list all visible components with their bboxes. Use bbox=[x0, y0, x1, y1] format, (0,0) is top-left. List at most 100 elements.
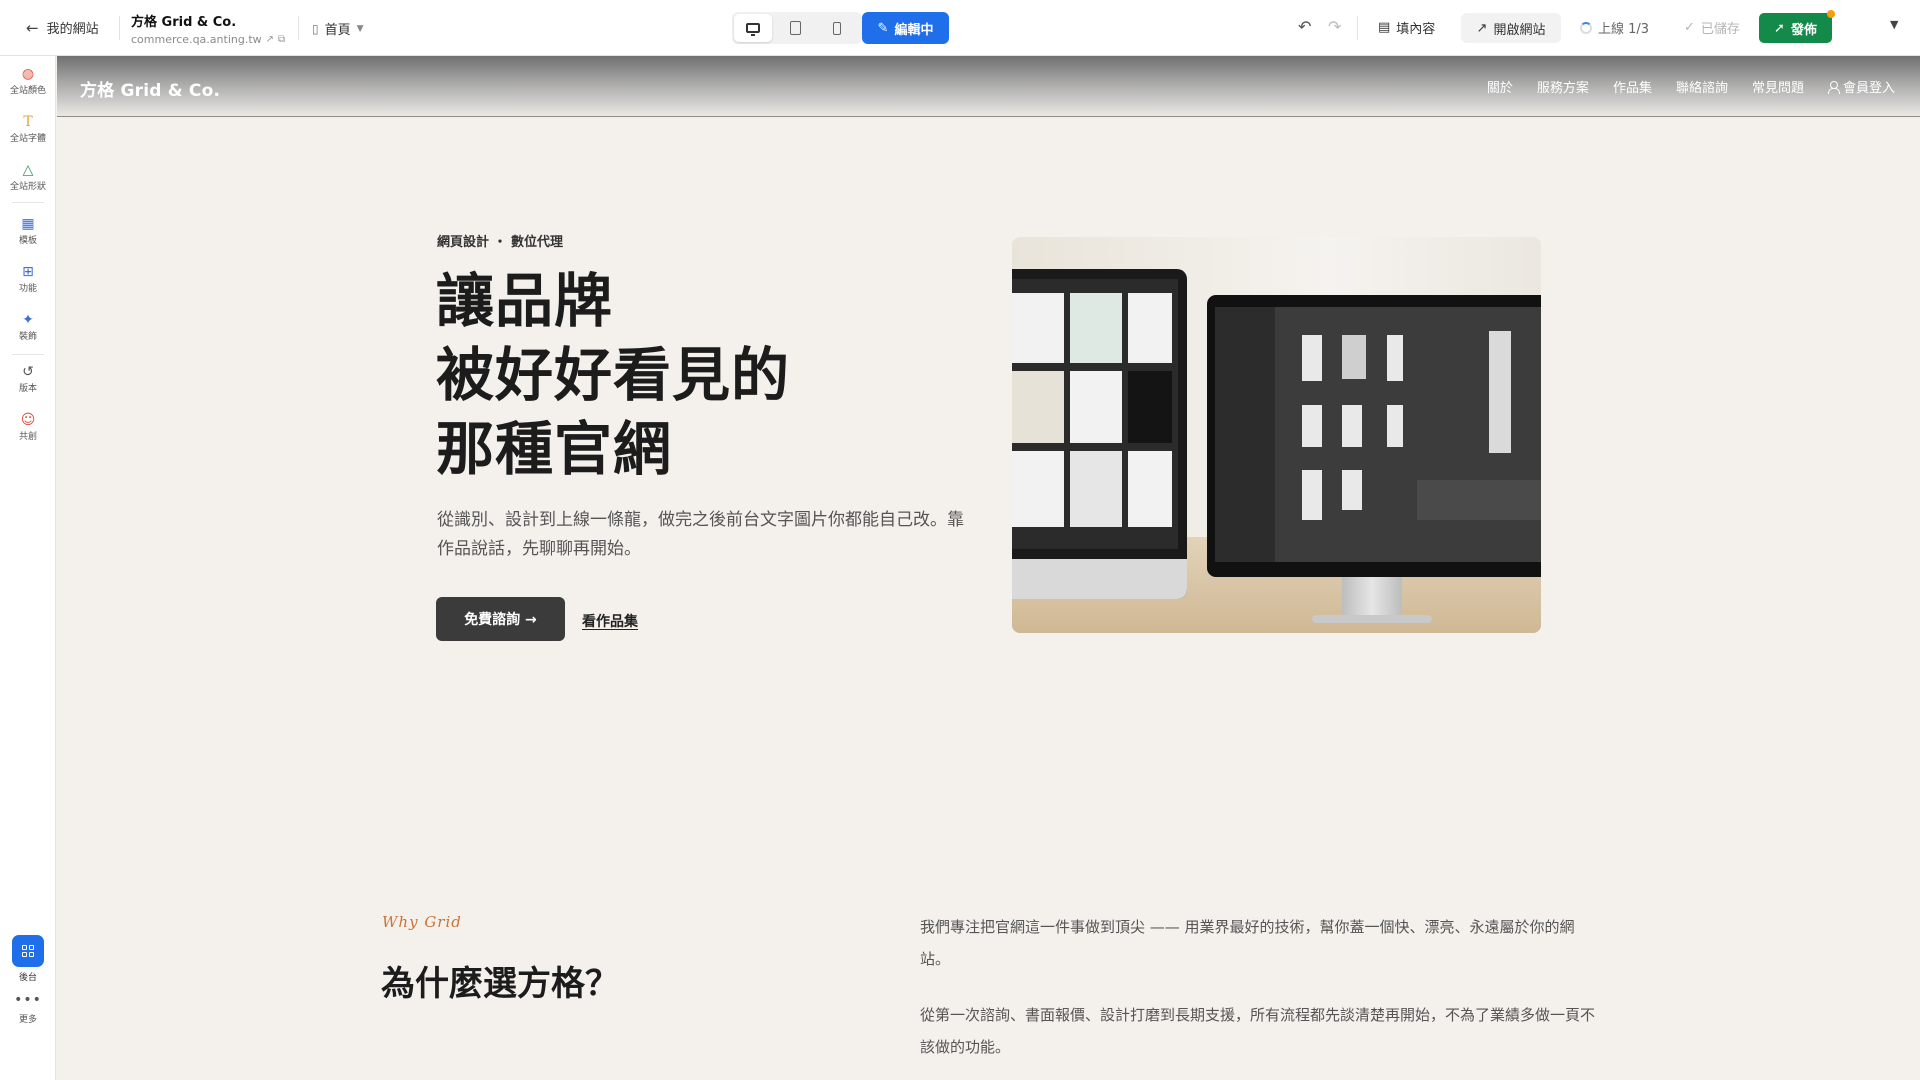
toolbar-divider bbox=[298, 16, 299, 40]
toolbar-divider bbox=[1357, 16, 1358, 40]
screen-card bbox=[1012, 371, 1064, 443]
widgets-icon: ⊞ bbox=[22, 264, 34, 280]
site-header[interactable]: 方格 Grid & Co. 關於 服務方案 作品集 聯絡諮詢 常見問題 會員登入 bbox=[57, 56, 1920, 117]
dashboard-icon bbox=[22, 945, 34, 957]
mobile-view-button[interactable] bbox=[818, 14, 856, 42]
sidebar-item-decorations[interactable]: ✦ 裝飾 bbox=[0, 312, 56, 342]
chevron-down-icon[interactable]: ▼ bbox=[1890, 18, 1898, 31]
hero-title-line: 那種官網 bbox=[436, 415, 673, 483]
screen-thumbnail bbox=[1302, 405, 1322, 447]
monitor-left-screen bbox=[1012, 279, 1178, 549]
hero-image[interactable] bbox=[1012, 237, 1541, 633]
check-icon: ✓ bbox=[1684, 20, 1695, 35]
back-label: 我的網站 bbox=[46, 22, 99, 37]
screen-card bbox=[1128, 371, 1172, 443]
nav-link-about[interactable]: 關於 bbox=[1487, 77, 1513, 96]
chevron-down-icon: ▼ bbox=[356, 23, 364, 34]
page-selector[interactable]: ▯ 首頁 ▼ bbox=[312, 19, 364, 39]
nav-link-faq[interactable]: 常見問題 bbox=[1752, 77, 1804, 96]
site-url[interactable]: commerce.qa.anting.tw bbox=[131, 33, 262, 46]
hero-title[interactable]: 讓品牌 被好好看見的 那種官網 bbox=[436, 264, 790, 486]
edit-mode-button[interactable]: ✎ 編輯中 bbox=[862, 12, 949, 44]
publish-button[interactable]: ➚ 發佈 bbox=[1759, 13, 1832, 43]
monitor-left-chin bbox=[1012, 559, 1187, 599]
sidebar-item-site-fonts[interactable]: T 全站字體 bbox=[0, 114, 56, 144]
screen-thumbnail bbox=[1302, 335, 1322, 381]
screen-thumbnail bbox=[1489, 331, 1511, 453]
loading-spinner-icon bbox=[1580, 21, 1592, 34]
device-switcher bbox=[732, 12, 862, 44]
sidebar-divider bbox=[12, 354, 44, 355]
monitor-right-sidebar bbox=[1215, 307, 1275, 562]
text-t-icon: T bbox=[23, 114, 33, 130]
site-logo[interactable]: 方格 Grid & Co. bbox=[80, 76, 220, 101]
site-info: 方格 Grid & Co. commerce.qa.anting.tw ↗ ⧉ bbox=[131, 11, 285, 46]
publish-progress-label: 上線 1/3 bbox=[1598, 22, 1650, 37]
screen-panel bbox=[1417, 480, 1541, 520]
publish-progress: 上線 1/3 bbox=[1580, 18, 1649, 37]
site-preview-canvas: 方格 Grid & Co. 關於 服務方案 作品集 聯絡諮詢 常見問題 會員登入… bbox=[57, 56, 1920, 1080]
screen-card bbox=[1070, 371, 1122, 443]
member-login-link[interactable]: 會員登入 bbox=[1827, 77, 1895, 96]
admin-label: 後台 bbox=[18, 973, 37, 983]
sidebar-item-label: 裝飾 bbox=[18, 332, 37, 342]
external-link-icon: ↗ bbox=[1476, 20, 1488, 36]
member-login-label: 會員登入 bbox=[1842, 81, 1895, 96]
clipboard-icon: ▤ bbox=[1378, 20, 1391, 35]
page-icon: ▯ bbox=[312, 21, 319, 36]
site-name: 方格 Grid & Co. bbox=[131, 15, 237, 30]
more-label: 更多 bbox=[18, 1015, 37, 1025]
edit-mode-label: 編輯中 bbox=[894, 22, 934, 38]
why-paragraph[interactable]: 我們專注把官網這一件事做到頂尖 —— 用業界最好的技術，幫你蓋一個快、漂亮、永遠… bbox=[920, 911, 1600, 975]
tablet-view-button[interactable] bbox=[776, 14, 814, 42]
layout-icon: ▦ bbox=[21, 216, 35, 232]
arrow-left-icon: ← bbox=[26, 18, 39, 37]
undo-icon[interactable]: ↶ bbox=[1298, 17, 1311, 36]
open-site-button[interactable]: ↗ 開啟網站 bbox=[1461, 13, 1561, 43]
fill-content-label: 填內容 bbox=[1396, 22, 1436, 37]
portfolio-link[interactable]: 看作品集 bbox=[582, 611, 638, 631]
screen-card bbox=[1070, 293, 1122, 363]
monitor-stand bbox=[1342, 577, 1402, 617]
sidebar-item-label: 功能 bbox=[18, 284, 37, 294]
screen-card bbox=[1128, 293, 1172, 363]
desktop-icon bbox=[746, 23, 760, 36]
user-icon bbox=[1827, 81, 1840, 94]
sparkle-icon: ✦ bbox=[22, 312, 34, 328]
admin-button[interactable] bbox=[12, 935, 44, 967]
redo-icon[interactable]: ↷ bbox=[1328, 17, 1341, 36]
screen-card bbox=[1070, 451, 1122, 527]
hero-description[interactable]: 從識別、設計到上線一條龍，做完之後前台文字圖片你都能自己改。靠作品說話，先聊聊再… bbox=[437, 506, 977, 564]
hero-eyebrow[interactable]: 網頁設計 ・ 數位代理 bbox=[437, 231, 563, 250]
external-link-icon[interactable]: ↗ bbox=[266, 34, 274, 45]
nav-link-contact[interactable]: 聯絡諮詢 bbox=[1676, 77, 1728, 96]
rocket-icon: ➚ bbox=[1774, 20, 1785, 36]
free-consult-button[interactable]: 免費諮詢 → bbox=[436, 597, 565, 641]
saved-status: ✓ 已儲存 bbox=[1684, 18, 1740, 37]
screen-thumbnail bbox=[1387, 335, 1403, 381]
page-selector-label: 首頁 bbox=[324, 23, 351, 38]
sidebar-item-site-shapes[interactable]: △ 全站形狀 bbox=[0, 162, 56, 192]
fill-content-button[interactable]: ▤ 填內容 bbox=[1378, 18, 1435, 37]
screen-thumbnail bbox=[1342, 405, 1362, 447]
sidebar-item-versions[interactable]: ↺ 版本 bbox=[0, 364, 56, 394]
site-nav: 關於 服務方案 作品集 聯絡諮詢 常見問題 會員登入 bbox=[1487, 77, 1895, 96]
phone-icon bbox=[833, 21, 841, 35]
copy-icon[interactable]: ⧉ bbox=[278, 34, 285, 45]
sidebar-item-site-colors[interactable]: ◍ 全站顏色 bbox=[0, 66, 56, 96]
nav-link-services[interactable]: 服務方案 bbox=[1537, 77, 1589, 96]
sidebar-item-templates[interactable]: ▦ 模板 bbox=[0, 216, 56, 246]
why-title[interactable]: 為什麼選方格？ bbox=[381, 956, 619, 1005]
more-dots-icon[interactable]: ••• bbox=[0, 992, 56, 1008]
palette-icon: ◍ bbox=[21, 66, 35, 82]
back-to-sites-button[interactable]: ← 我的網站 bbox=[26, 18, 99, 38]
why-eyebrow[interactable]: Why Grid bbox=[382, 913, 462, 931]
nav-link-portfolio[interactable]: 作品集 bbox=[1613, 77, 1652, 96]
sidebar-item-collaborate[interactable]: ☺ 共創 bbox=[0, 412, 56, 442]
sidebar-item-features[interactable]: ⊞ 功能 bbox=[0, 264, 56, 294]
sidebar-item-label: 共創 bbox=[18, 432, 37, 442]
sidebar-item-label: 全站顏色 bbox=[9, 86, 46, 96]
why-paragraph[interactable]: 從第一次諮詢、書面報價、設計打磨到長期支援，所有流程都先談清楚再開始，不為了業績… bbox=[920, 999, 1600, 1063]
screen-thumbnail bbox=[1342, 335, 1366, 379]
desktop-view-button[interactable] bbox=[734, 14, 772, 42]
